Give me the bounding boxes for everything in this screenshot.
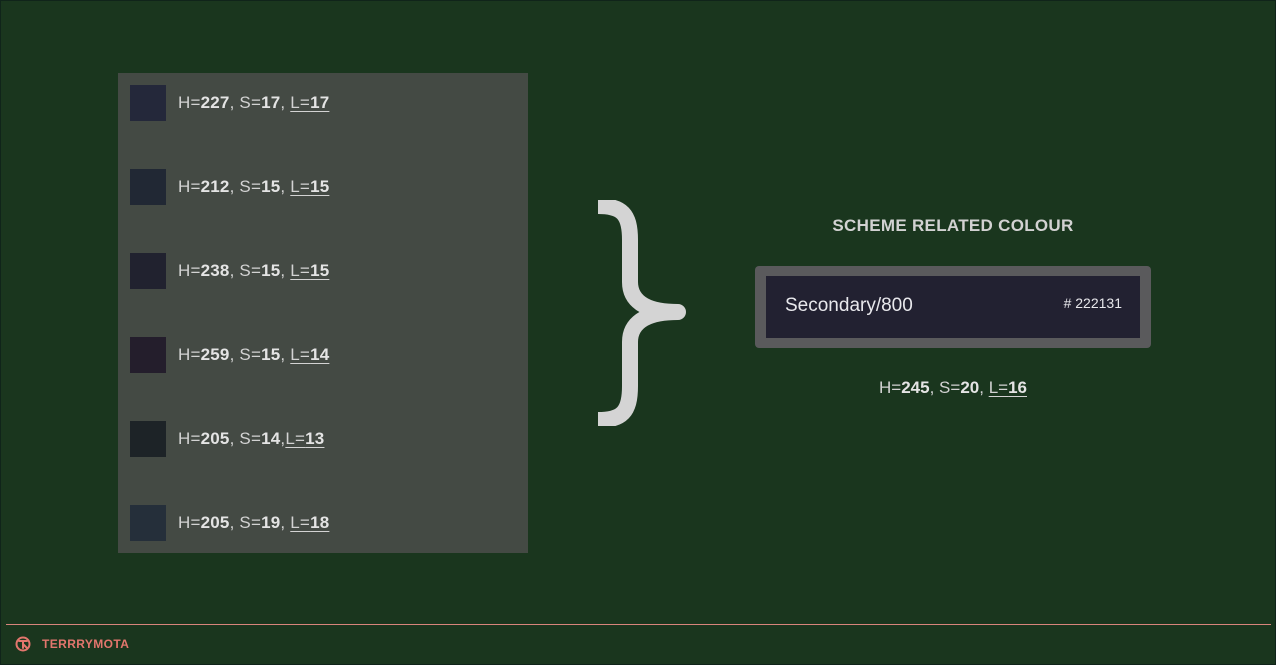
hsl-values: H=212, S=15, L=15 bbox=[178, 177, 330, 196]
swatch-row: H=227, S=17, L=17 bbox=[130, 85, 329, 121]
curly-brace-icon bbox=[597, 200, 686, 426]
hsl-values: H=259, S=15, L=14 bbox=[178, 345, 330, 364]
color-swatch bbox=[130, 421, 166, 457]
scheme-color-card: Secondary/800 # 222131 bbox=[755, 266, 1151, 348]
color-swatch bbox=[130, 85, 166, 121]
scheme-color-name: Secondary/800 bbox=[785, 295, 913, 316]
color-swatch bbox=[130, 169, 166, 205]
color-swatch bbox=[130, 253, 166, 289]
swatch-row: H=238, S=15, L=15 bbox=[130, 253, 329, 289]
footer-brand-name: TERRRYMOTA bbox=[42, 637, 130, 651]
hsl-values: H=227, S=17, L=17 bbox=[178, 93, 330, 112]
swatch-row: H=212, S=15, L=15 bbox=[130, 169, 329, 205]
hsl-values: H=238, S=15, L=15 bbox=[178, 261, 330, 280]
footer-divider bbox=[6, 624, 1271, 625]
brand-logo-icon bbox=[15, 636, 31, 652]
scheme-color-swatch: Secondary/800 # 222131 bbox=[766, 276, 1140, 338]
swatch-row: H=205, S=14,L=13 bbox=[130, 421, 324, 457]
color-swatch bbox=[130, 337, 166, 373]
scheme-title: SCHEME RELATED COLOUR bbox=[832, 216, 1074, 235]
swatch-row: H=205, S=19, L=18 bbox=[130, 505, 329, 541]
scheme-hsl-values: H=245, S=20, L=16 bbox=[879, 378, 1027, 397]
scheme-color-hex: # 222131 bbox=[1063, 295, 1122, 311]
swatch-panel: H=227, S=17, L=17 H=212, S=15, L=15 H=23… bbox=[118, 73, 528, 553]
swatch-row: H=259, S=15, L=14 bbox=[130, 337, 329, 373]
color-swatch bbox=[130, 505, 166, 541]
hsl-values: H=205, S=14,L=13 bbox=[178, 429, 325, 448]
hsl-values: H=205, S=19, L=18 bbox=[178, 513, 330, 532]
